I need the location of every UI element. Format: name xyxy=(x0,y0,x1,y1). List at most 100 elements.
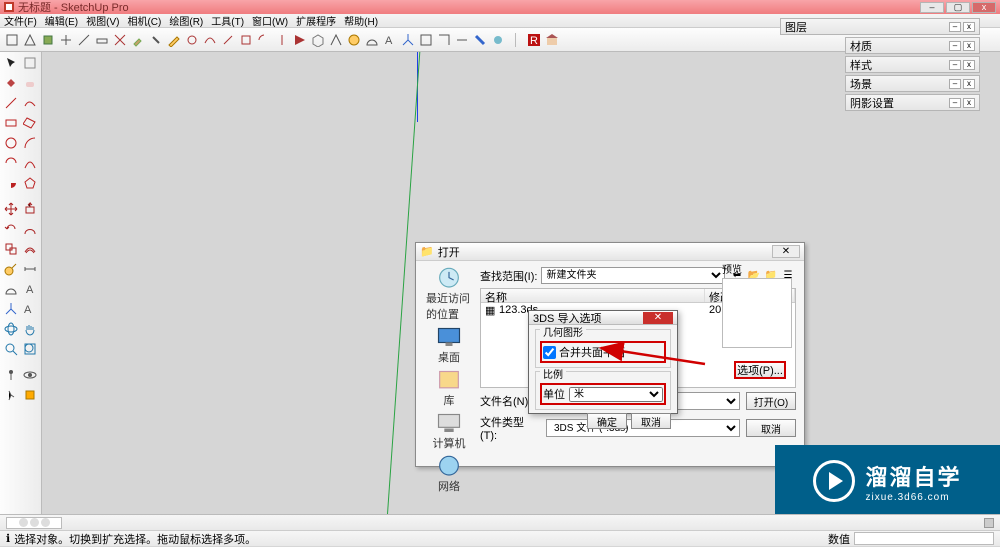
menu-view[interactable]: 视图(V) xyxy=(86,13,119,28)
tray-shadows[interactable]: 阴影设置 –x xyxy=(845,94,980,111)
tray-close-icon[interactable]: x xyxy=(963,79,975,89)
line-tool-icon[interactable] xyxy=(2,94,20,112)
options-button[interactable]: 选项(P)... xyxy=(734,361,786,379)
arc2-tool-icon[interactable] xyxy=(2,154,20,172)
rotate-tool-icon[interactable] xyxy=(2,220,20,238)
toolbar-icon-12[interactable] xyxy=(202,32,218,48)
zoom-tool-icon[interactable] xyxy=(2,340,20,358)
col-name[interactable]: 名称 xyxy=(481,289,705,302)
tray-min-icon[interactable]: – xyxy=(949,98,961,108)
rectangle-tool-icon[interactable] xyxy=(2,114,20,132)
toolbar-icon-4[interactable] xyxy=(58,32,74,48)
axes-tool-icon[interactable] xyxy=(2,300,20,318)
scope-select[interactable]: 新建文件夹 xyxy=(541,267,725,284)
wrench-icon[interactable] xyxy=(148,32,164,48)
pencil-icon[interactable] xyxy=(166,32,182,48)
polygon-tool-icon[interactable] xyxy=(22,174,40,192)
rotated-rect-tool-icon[interactable] xyxy=(22,114,40,132)
tray-close-icon[interactable]: x xyxy=(963,98,975,108)
place-libraries[interactable]: 库 xyxy=(426,369,472,408)
box-icon[interactable] xyxy=(310,32,326,48)
menu-edit[interactable]: 编辑(E) xyxy=(45,13,78,28)
import-options-header[interactable]: 3DS 导入选项 ✕ xyxy=(529,311,677,325)
orbit-tool-icon[interactable] xyxy=(2,320,20,338)
paint-icon[interactable] xyxy=(472,32,488,48)
unit-select[interactable]: 米 xyxy=(569,387,663,402)
toolbar-icon-2[interactable] xyxy=(22,32,38,48)
arc3-tool-icon[interactable] xyxy=(22,154,40,172)
toolbar-icon-26[interactable] xyxy=(454,32,470,48)
menu-ext[interactable]: 扩展程序 xyxy=(296,13,336,28)
menu-window[interactable]: 窗口(W) xyxy=(252,13,288,28)
toolbar-icon-1[interactable] xyxy=(4,32,20,48)
import-options-close-button[interactable]: ✕ xyxy=(643,312,673,324)
tray-min-icon[interactable]: – xyxy=(949,79,961,89)
walk-icon[interactable] xyxy=(2,386,20,404)
window-close-button[interactable]: x xyxy=(972,2,996,13)
pushpull-tool-icon[interactable] xyxy=(22,200,40,218)
toolbar-icon-6[interactable] xyxy=(94,32,110,48)
pan-tool-icon[interactable] xyxy=(22,320,40,338)
toolbar-icon-28[interactable] xyxy=(490,32,506,48)
circle-tool-icon[interactable] xyxy=(2,134,20,152)
merge-coplanar-row[interactable]: 合并共面平面 xyxy=(540,341,666,363)
tape-tool-icon[interactable] xyxy=(2,260,20,278)
merge-coplanar-checkbox[interactable] xyxy=(543,346,556,359)
tray-close-icon[interactable]: x xyxy=(963,22,975,32)
text-icon[interactable]: A xyxy=(382,32,398,48)
opts-cancel-button[interactable]: 取消 xyxy=(631,413,671,429)
measure-field[interactable] xyxy=(854,532,994,545)
open-dialog-header[interactable]: 📁 打开 ✕ xyxy=(416,243,804,261)
toolbar-icon-5[interactable] xyxy=(76,32,92,48)
place-computer[interactable]: 计算机 xyxy=(426,412,472,451)
tray-layers[interactable]: 图层 –x xyxy=(780,18,980,35)
scale-tool-icon[interactable] xyxy=(2,240,20,258)
axes-icon[interactable] xyxy=(400,32,416,48)
component-tool-icon[interactable] xyxy=(22,54,40,72)
tray-scenes[interactable]: 场景 –x xyxy=(845,75,980,92)
warehouse-icon[interactable] xyxy=(544,32,560,48)
toolbar-icon-13[interactable] xyxy=(220,32,236,48)
window-minimize-button[interactable]: – xyxy=(920,2,944,13)
toolbar-icon-3[interactable] xyxy=(40,32,56,48)
eraser-icon[interactable] xyxy=(22,74,40,92)
dimension-tool-icon[interactable] xyxy=(22,260,40,278)
toolbar-icon-17[interactable] xyxy=(292,32,308,48)
menu-tools[interactable]: 工具(T) xyxy=(211,13,244,28)
toolbar-icon-15[interactable] xyxy=(256,32,272,48)
arc-tool-icon[interactable] xyxy=(22,134,40,152)
tray-min-icon[interactable]: – xyxy=(949,60,961,70)
toolbar-icon-25[interactable] xyxy=(436,32,452,48)
toolbar-icon-16[interactable] xyxy=(274,32,290,48)
text-tool-icon[interactable]: A xyxy=(22,280,40,298)
zoom-extents-icon[interactable] xyxy=(22,340,40,358)
tray-styles[interactable]: 样式 –x xyxy=(845,56,980,73)
pie-tool-icon[interactable] xyxy=(2,174,20,192)
freehand-tool-icon[interactable] xyxy=(22,94,40,112)
window-maximize-button[interactable]: ▢ xyxy=(946,2,970,13)
tray-close-icon[interactable]: x xyxy=(963,60,975,70)
hammer-icon[interactable] xyxy=(130,32,146,48)
opts-ok-button[interactable]: 确定 xyxy=(587,413,627,429)
ruby-icon[interactable]: R xyxy=(526,32,542,48)
move-tool-icon[interactable] xyxy=(2,200,20,218)
tray-min-icon[interactable]: – xyxy=(949,22,961,32)
tray-min-icon[interactable]: – xyxy=(949,41,961,51)
toolbar-icon-7[interactable] xyxy=(112,32,128,48)
toolbar-icon-11[interactable] xyxy=(184,32,200,48)
tape-icon[interactable] xyxy=(346,32,362,48)
open-button[interactable]: 打开(O) xyxy=(746,392,796,410)
protractor-icon[interactable] xyxy=(364,32,380,48)
menu-help[interactable]: 帮助(H) xyxy=(344,13,378,28)
3dtext-tool-icon[interactable]: A xyxy=(22,300,40,318)
place-desktop[interactable]: 桌面 xyxy=(426,326,472,365)
cancel-button[interactable]: 取消 xyxy=(746,419,796,437)
tray-materials[interactable]: 材质 –x xyxy=(845,37,980,54)
menu-file[interactable]: 文件(F) xyxy=(4,13,37,28)
place-recent[interactable]: 最近访问的位置 xyxy=(426,267,472,322)
toolbar-icon-14[interactable] xyxy=(238,32,254,48)
section-icon[interactable] xyxy=(22,386,40,404)
offset-tool-icon[interactable] xyxy=(22,240,40,258)
position-camera-icon[interactable] xyxy=(2,366,20,384)
toolbar-icon-19[interactable] xyxy=(328,32,344,48)
